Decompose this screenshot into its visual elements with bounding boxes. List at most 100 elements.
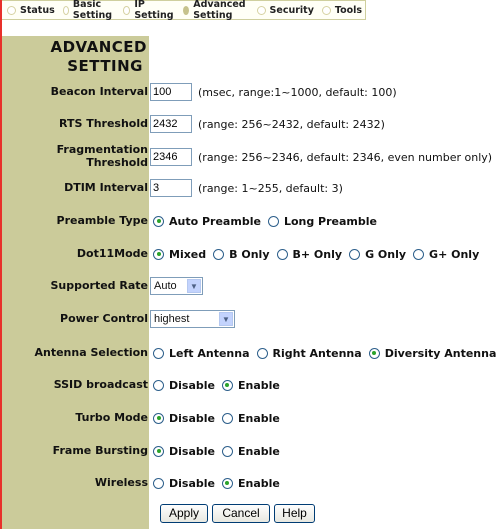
power-control-select[interactable]: highest ▼ <box>150 310 235 328</box>
supported-rate-select[interactable]: Auto ▼ <box>150 277 203 295</box>
radio-g-plus-only[interactable] <box>413 248 425 260</box>
radio-frame-bursting-disable[interactable] <box>153 445 164 457</box>
preamble-radio-group: Auto Preamble Long Preamble <box>150 209 381 233</box>
radio-icon <box>256 5 266 15</box>
power-control-row: Power Control highest ▼ <box>0 307 500 331</box>
radio-left-antenna[interactable] <box>153 347 164 359</box>
frame-bursting-radio-group: Disable Enable <box>150 439 284 463</box>
option-label: Enable <box>237 476 280 490</box>
tab-tools[interactable]: Tools <box>321 4 363 16</box>
tab-status[interactable]: Status <box>7 5 55 16</box>
nav-tabs: Status Basic Setting IP Setting Advanced… <box>2 0 366 21</box>
dot11mode-label: Dot11Mode <box>76 247 148 260</box>
option-label: Enable <box>237 411 280 425</box>
supported-rate-row: Supported Rate Auto ▼ <box>0 274 500 298</box>
radio-diversity-antenna[interactable] <box>368 347 380 359</box>
tab-label: IP Setting <box>134 0 174 21</box>
wireless-label: Wireless <box>94 476 148 489</box>
dtim-interval-row: DTIM Interval (range: 1~255, default: 3) <box>0 176 500 200</box>
option-label: Left Antenna <box>169 346 250 360</box>
radio-icon <box>122 5 131 15</box>
frame-bursting-row: Frame Bursting Disable Enable <box>0 439 500 463</box>
radio-g-only[interactable] <box>349 248 361 260</box>
beacon-interval-input[interactable] <box>150 83 192 101</box>
supported-rate-label: Supported Rate <box>50 279 148 292</box>
ssid-broadcast-radio-group: Disable Enable <box>150 373 284 397</box>
radio-filled-icon <box>183 5 190 15</box>
tab-label: Tools <box>334 4 363 16</box>
turbo-mode-radio-group: Disable Enable <box>150 406 284 430</box>
option-label: Disable <box>169 378 215 392</box>
radio-turbo-disable[interactable] <box>153 412 164 424</box>
select-value: highest <box>154 313 190 325</box>
antenna-selection-label: Antenna Selection <box>34 346 148 359</box>
option-label: Mixed <box>169 247 207 261</box>
turbo-mode-label: Turbo Mode <box>75 411 148 424</box>
fragmentation-threshold-hint: (range: 256~2346, default: 2346, even nu… <box>198 150 493 164</box>
rts-threshold-hint: (range: 256~2432, default: 2432) <box>198 117 385 131</box>
option-label: Diversity Antenna <box>384 346 497 360</box>
tab-ip-setting[interactable]: IP Setting <box>122 0 175 21</box>
option-label: Auto Preamble <box>169 214 261 228</box>
option-label: G+ Only <box>429 247 480 261</box>
label-line2: Threshold <box>86 156 148 169</box>
fragmentation-threshold-label: Fragmentation Threshold <box>57 143 148 169</box>
option-label: Long Preamble <box>283 214 377 228</box>
radio-long-preamble[interactable] <box>267 215 279 227</box>
radio-frame-bursting-enable[interactable] <box>221 445 233 457</box>
rts-threshold-row: RTS Threshold (range: 256~2432, default:… <box>0 112 500 136</box>
radio-wireless-disable[interactable] <box>153 477 164 489</box>
chevron-down-icon[interactable]: ▼ <box>219 312 233 326</box>
power-control-label: Power Control <box>60 312 148 325</box>
fragmentation-threshold-input[interactable] <box>150 148 192 166</box>
radio-turbo-enable[interactable] <box>221 412 233 424</box>
ssid-broadcast-row: SSID broadcast Disable Enable <box>0 373 500 397</box>
option-label: Enable <box>237 444 280 458</box>
tab-label: Status <box>20 4 55 16</box>
radio-b-only[interactable] <box>213 248 225 260</box>
radio-icon <box>62 5 69 15</box>
antenna-radio-group: Left Antenna Right Antenna Diversity Ant… <box>150 341 500 365</box>
tab-basic-setting[interactable]: Basic Setting <box>62 0 115 21</box>
radio-wireless-enable[interactable] <box>221 477 233 489</box>
help-button[interactable]: Help <box>274 503 315 523</box>
radio-b-plus-only[interactable] <box>276 248 288 260</box>
option-label: Enable <box>237 378 280 392</box>
select-value: Auto <box>154 280 177 292</box>
fragmentation-threshold-row: Fragmentation Threshold (range: 256~2346… <box>0 143 500 169</box>
tab-advanced-setting[interactable]: Advanced Setting <box>183 0 248 21</box>
rts-threshold-input[interactable] <box>150 115 192 133</box>
frame-bursting-label: Frame Bursting <box>52 444 148 457</box>
wireless-radio-group: Disable Enable <box>150 471 284 495</box>
option-label: Disable <box>169 411 215 425</box>
beacon-interval-row: Beacon Interval (msec, range:1~1000, def… <box>0 80 500 104</box>
apply-button[interactable]: Apply <box>160 503 208 523</box>
page-title-line2: SETTING <box>67 57 143 75</box>
chevron-down-icon[interactable]: ▼ <box>187 279 201 293</box>
page-title: ADVANCED SETTING <box>2 38 147 76</box>
radio-right-antenna[interactable] <box>256 347 268 359</box>
option-label: B+ Only <box>292 247 343 261</box>
beacon-interval-label: Beacon Interval <box>50 85 148 98</box>
action-buttons: Apply Cancel Help <box>0 503 500 527</box>
turbo-mode-row: Turbo Mode Disable Enable <box>0 406 500 430</box>
radio-ssid-enable[interactable] <box>221 379 233 391</box>
preamble-type-label: Preamble Type <box>56 214 148 227</box>
tab-security[interactable]: Security <box>256 4 314 16</box>
option-label: G Only <box>365 247 407 261</box>
dtim-interval-label: DTIM Interval <box>64 181 148 194</box>
dot11mode-radio-group: Mixed B Only B+ Only G Only G+ Only <box>150 242 483 266</box>
tab-label: Security <box>269 4 314 16</box>
dtim-interval-input[interactable] <box>150 179 192 197</box>
tab-label: Basic Setting <box>72 0 113 21</box>
option-label: Disable <box>169 444 215 458</box>
cancel-button[interactable]: Cancel <box>212 503 270 523</box>
option-label: Right Antenna <box>272 346 362 360</box>
tab-label: Advanced Setting <box>193 0 246 21</box>
radio-mixed[interactable] <box>153 248 164 260</box>
dtim-interval-hint: (range: 1~255, default: 3) <box>198 181 343 195</box>
preamble-type-row: Preamble Type Auto Preamble Long Preambl… <box>0 209 500 233</box>
radio-icon <box>7 5 16 15</box>
radio-auto-preamble[interactable] <box>153 215 164 227</box>
radio-ssid-disable[interactable] <box>153 379 164 391</box>
